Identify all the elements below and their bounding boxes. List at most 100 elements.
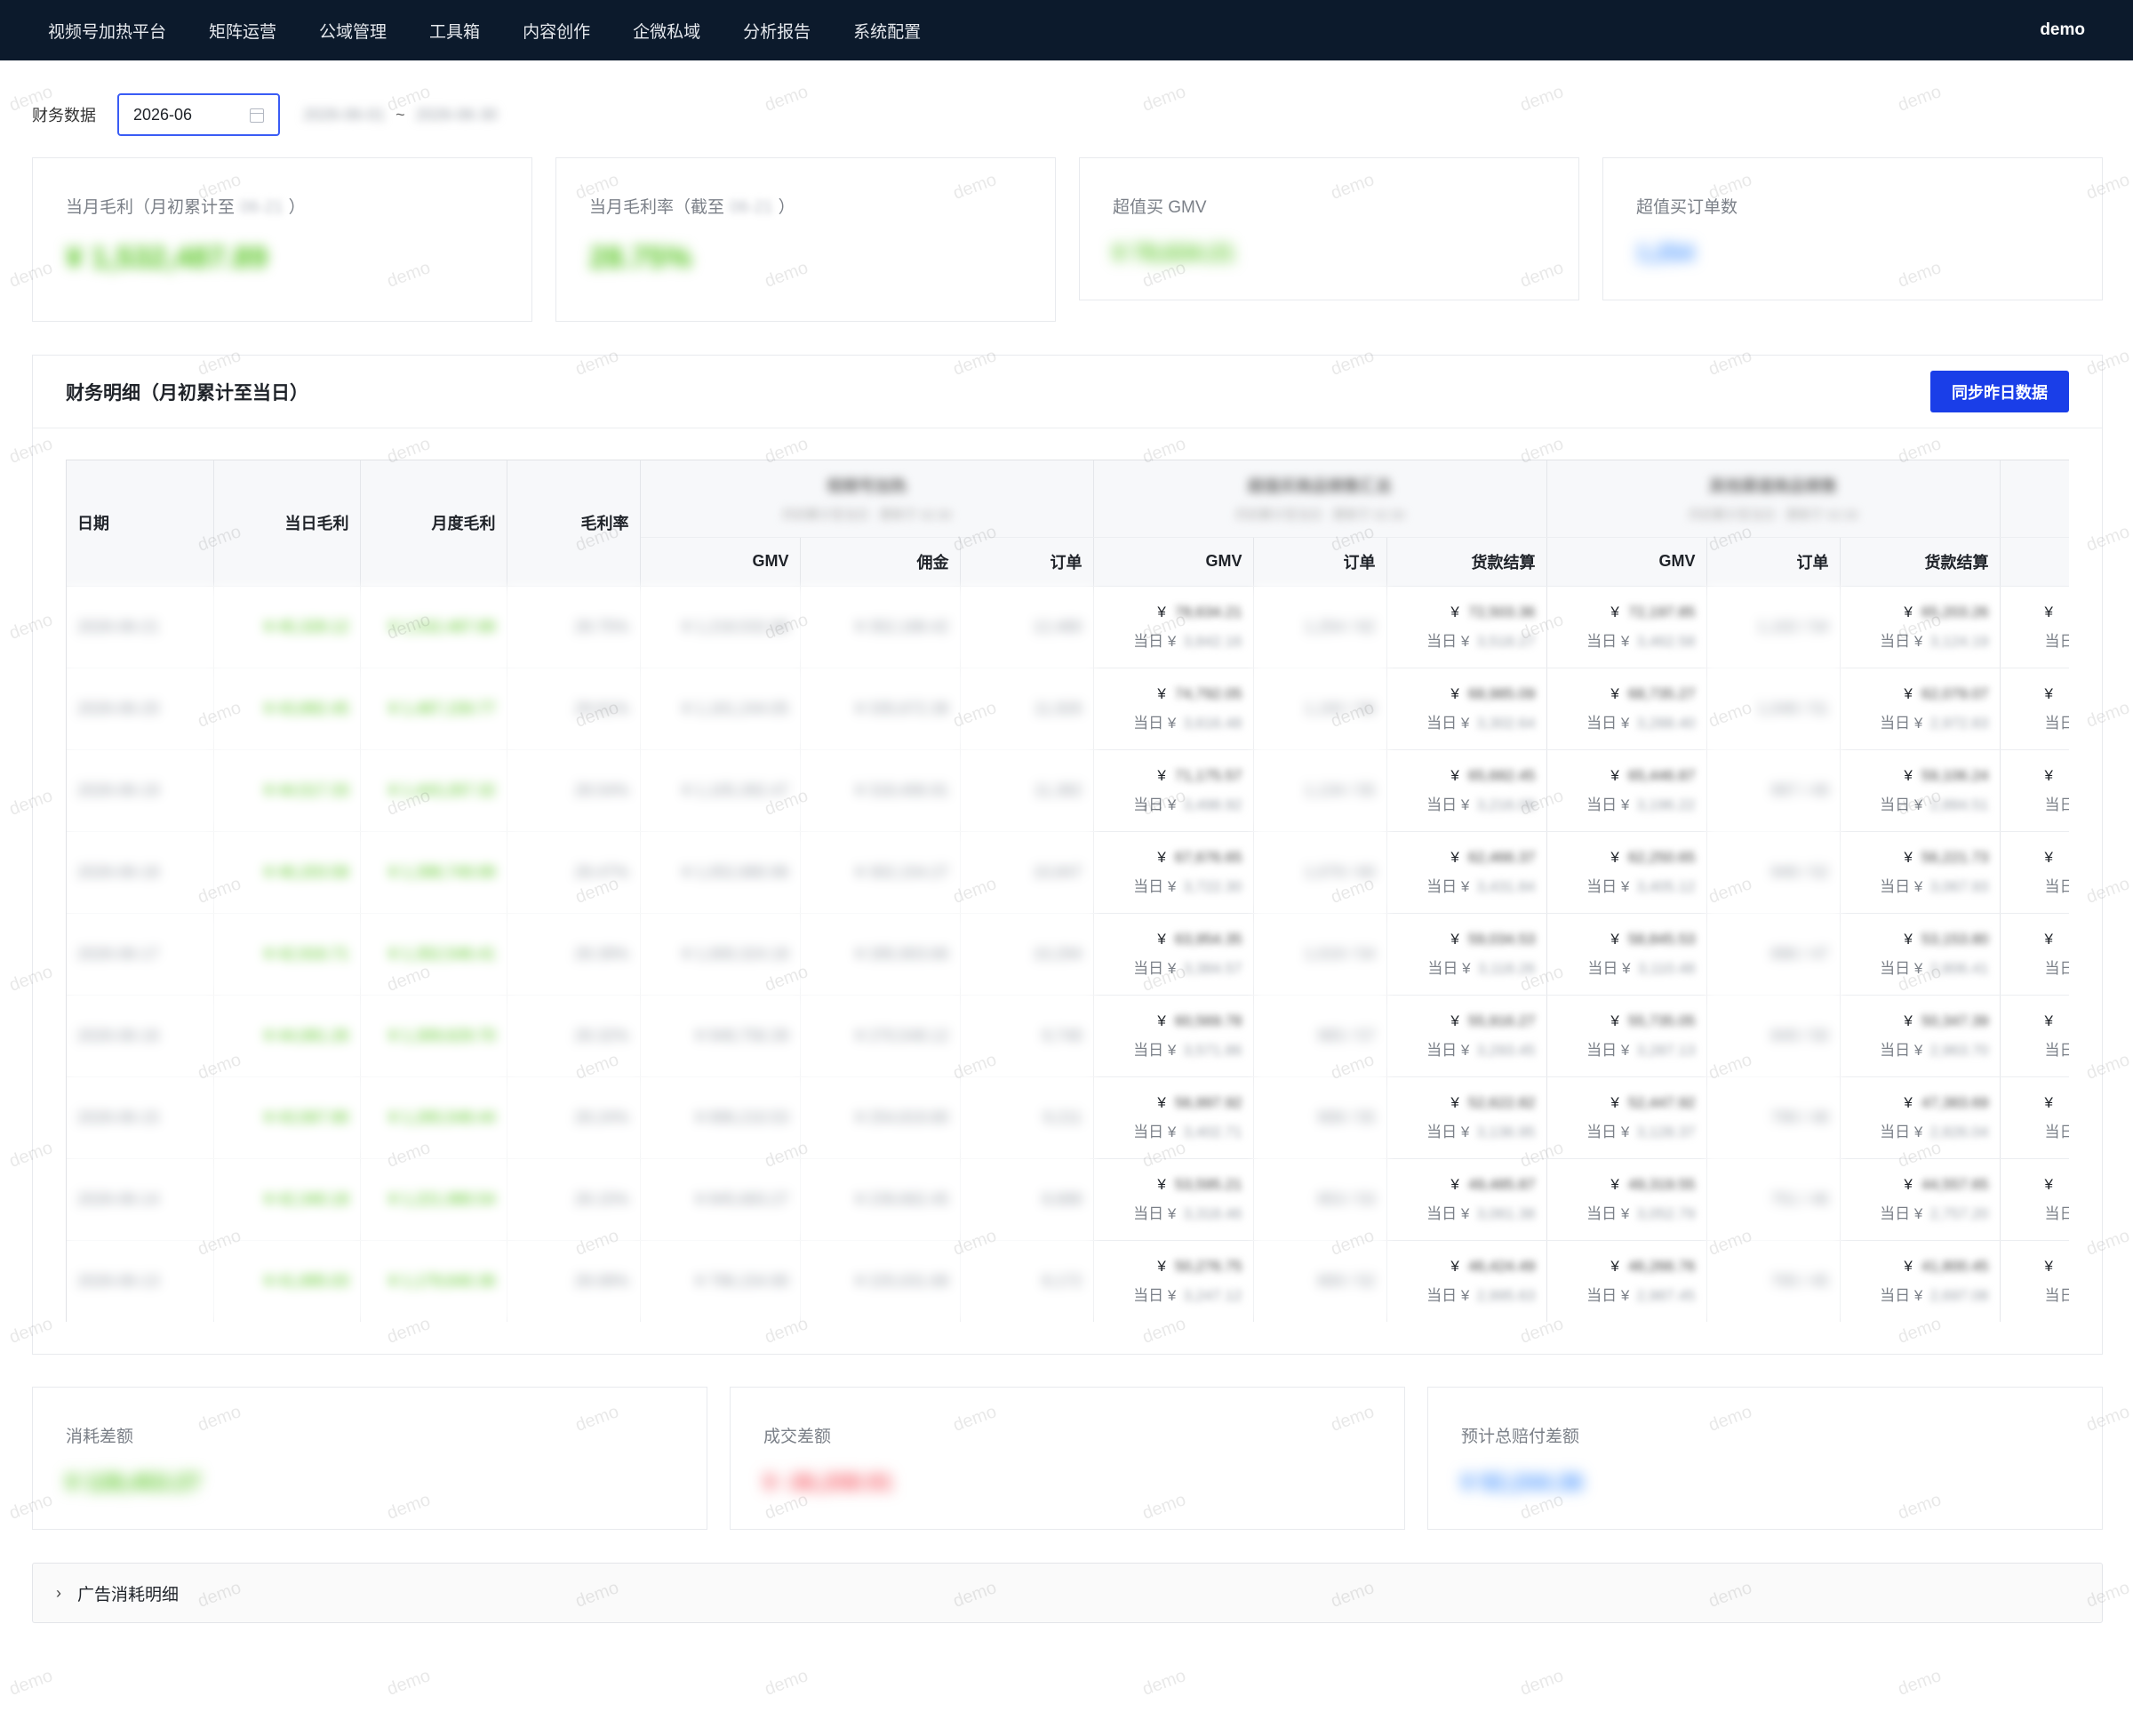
cell-value: 68,735.27 xyxy=(1627,684,1696,702)
currency-symbol: ¥ xyxy=(1904,603,1913,620)
range-end: 2026-06-30 xyxy=(415,105,498,124)
today-prefix: 当日 ¥ xyxy=(1426,1204,1470,1222)
cell-date: 2026-06-21 xyxy=(67,586,214,668)
nav-item-reports[interactable]: 分析报告 xyxy=(743,19,811,43)
watermark-text: demo xyxy=(1517,82,1567,116)
today-prefix: 当日 ¥ xyxy=(1426,714,1470,732)
cell-g1-orders: 8,688 xyxy=(960,1158,1094,1241)
cell-g2-settlement: ¥72,503.36 当日 ¥ 3,518.27 xyxy=(1386,586,1547,668)
cell-daily-profit: ¥ 43,892.45 xyxy=(213,668,361,750)
col-group-value-buy: 超值买商品销售汇总 月初累计至当日 · 更新于 02:30 xyxy=(1093,460,1547,538)
table-row: 2026-06-13 ¥ 41,895.03 ¥ 1,179,640.36 28.08… xyxy=(67,1240,2069,1322)
cell-value: 65,682.45 xyxy=(1467,766,1536,784)
col-group-more xyxy=(2000,460,2069,538)
nav-item-settings[interactable]: 系统配置 xyxy=(853,19,921,43)
cell-margin: 28.24% xyxy=(507,1076,641,1159)
cell-date: 2026-06-16 xyxy=(67,995,214,1077)
table-row: 2026-06-15 ¥ 43,567.90 ¥ 1,265,548.44 28.24… xyxy=(67,1076,2069,1159)
table-row: 2026-06-14 ¥ 42,340.18 ¥ 1,221,980.54 28.15… xyxy=(67,1158,2069,1241)
month-picker[interactable]: 2026-06 xyxy=(117,93,280,136)
today-prefix: 当日 ¥ xyxy=(1586,1123,1630,1140)
sync-yesterday-button[interactable]: 同步昨日数据 xyxy=(1930,371,2069,412)
currency-symbol: ¥ xyxy=(1610,1257,1619,1275)
nav-item-toolbox[interactable]: 工具箱 xyxy=(429,19,480,43)
currency-symbol: ¥ xyxy=(1450,1012,1459,1029)
cell-monthly-profit: ¥ 1,179,640.36 xyxy=(360,1240,507,1322)
cell-g1-commission: ¥ 239,662.45 xyxy=(800,1158,961,1241)
cell-margin: 28.15% xyxy=(507,1158,641,1241)
kpi-value: ¥ 78,634.21 xyxy=(1113,239,1235,266)
currency-symbol: ¥ xyxy=(1904,848,1913,866)
cell-g3-gmv: ¥55,735.05 当日 ¥ 3,287.13 xyxy=(1546,995,1707,1077)
today-prefix: 当日 ¥ xyxy=(1880,877,1923,895)
cell-daily-value: 3,247.12 xyxy=(1183,1286,1242,1304)
cell-value: 65,446.87 xyxy=(1627,766,1696,784)
cell-g2-orders: 800 / 52 xyxy=(1253,1240,1387,1322)
cell-g2-gmv: ¥67,676.65 当日 ¥ 3,722.30 xyxy=(1093,831,1254,914)
cell-daily-value: 2,987.45 xyxy=(1636,1286,1696,1304)
kpi-value: ¥ 92,244.36 xyxy=(1461,1468,1584,1495)
col-group-video-heat: 视频号加热 月初累计至当日 · 更新于 02:30 xyxy=(640,460,1094,538)
ad-spend-collapse[interactable]: › 广告消耗明细 xyxy=(32,1563,2103,1623)
nav-item-matrix[interactable]: 矩阵运营 xyxy=(209,19,276,43)
kpi-value: ¥ 128,453.27 xyxy=(66,1468,201,1495)
cell-g3-settlement: ¥59,106.24 当日 ¥ 2,884.51 xyxy=(1840,749,2001,832)
cell-daily-value: 3,498.92 xyxy=(1183,796,1242,813)
cell-daily-value: 3,118.26 xyxy=(1477,959,1536,977)
currency-symbol: ¥ xyxy=(1610,848,1619,866)
today-prefix: 当日 ¥ xyxy=(1426,877,1470,895)
currency-symbol: ¥ xyxy=(1157,1175,1166,1193)
cell-value: 49,319.55 xyxy=(1627,1175,1696,1193)
cell-g3-orders: 705 / 45 xyxy=(1706,1240,1841,1322)
cell-date: 2026-06-13 xyxy=(67,1240,214,1322)
col-g2-orders: 订单 xyxy=(1253,537,1387,587)
watermark-text: demo xyxy=(1895,82,1945,116)
cell-g2-orders: 908 / 55 xyxy=(1253,1076,1387,1159)
nav-item-public[interactable]: 公域管理 xyxy=(319,19,387,43)
cell-g3-gmv: ¥72,197.85 当日 ¥ 3,462.58 xyxy=(1546,586,1707,668)
kpi-label: 预计总赔付差额 xyxy=(1461,1428,1580,1446)
user-menu[interactable]: demo xyxy=(2040,20,2085,40)
cell-date: 2026-06-20 xyxy=(67,668,214,750)
currency-symbol: ¥ xyxy=(1157,766,1166,784)
cell-daily-profit: ¥ 44,081.26 xyxy=(213,995,361,1077)
cell-monthly-profit: ¥ 1,532,487.89 xyxy=(360,586,507,668)
nav-item-content[interactable]: 内容创作 xyxy=(523,19,590,43)
cell-g3-gmv: ¥62,250.65 当日 ¥ 3,405.12 xyxy=(1546,831,1707,914)
cell-daily-value: 3,431.84 xyxy=(1476,877,1536,895)
cell-value: 46,424.49 xyxy=(1467,1257,1536,1275)
cell-g3-gmv: ¥49,319.55 当日 ¥ 3,052.79 xyxy=(1546,1158,1707,1241)
currency-symbol: ¥ xyxy=(2044,848,2053,866)
cell-g3-gmv: ¥46,266.76 当日 ¥ 2,987.45 xyxy=(1546,1240,1707,1322)
finance-table-scroll[interactable]: 日期 当日毛利 月度毛利 毛利率 视频号加热 月初累计至当日 · 更新于 02:… xyxy=(66,460,2069,1322)
cell-value: 52,447.92 xyxy=(1627,1093,1696,1111)
kpi-label: 当月毛利率（截至 06-21） xyxy=(589,198,795,217)
currency-symbol: ¥ xyxy=(1450,1093,1459,1111)
col-margin: 毛利率 xyxy=(507,460,641,587)
cell-g1-gmv: ¥ 1,052,880.96 xyxy=(640,831,801,914)
cell-value: 62,466.37 xyxy=(1467,848,1536,866)
currency-symbol: ¥ xyxy=(1450,848,1459,866)
today-prefix: 当日 ¥ xyxy=(1880,959,1923,977)
cell-g3-settlement: ¥44,557.65 当日 ¥ 2,757.20 xyxy=(1840,1158,2001,1241)
cell-g1-commission: ¥ 285,903.66 xyxy=(800,913,961,996)
cell-monthly-profit: ¥ 1,398,749.99 xyxy=(360,831,507,914)
kpi-card-monthly-profit: 当月毛利（月初累计至 06-21） ¥ 1,532,487.89 xyxy=(32,157,532,322)
cell-daily-value: 3,110.48 xyxy=(1637,959,1696,977)
bottom-kpi-row: 消耗差额 ¥ 128,453.27 成交差额 ¥ -36,208.91 预计总赔… xyxy=(32,1387,2103,1530)
cell-g1-gmv: ¥ 948,756.39 xyxy=(640,995,801,1077)
cell-value: 53,153.80 xyxy=(1921,930,1989,948)
cell-g1-gmv: ¥ 1,218,532.88 xyxy=(640,586,801,668)
currency-symbol: ¥ xyxy=(1610,766,1619,784)
currency-symbol: ¥ xyxy=(1450,1175,1459,1193)
cell-margin: 28.47% xyxy=(507,831,641,914)
today-prefix: 当日 ¥ xyxy=(1426,1041,1470,1059)
cell-g3-orders: 799 / 48 xyxy=(1706,1076,1841,1159)
cell-daily-profit: ¥ 42,340.18 xyxy=(213,1158,361,1241)
nav-item-video-heat[interactable]: 视频号加热平台 xyxy=(48,19,166,43)
today-prefix: 当日 ¥ xyxy=(1587,959,1631,977)
cell-daily-value: 3,128.37 xyxy=(1636,1123,1696,1140)
cell-value: 78,634.21 xyxy=(1174,603,1242,620)
nav-item-wecom[interactable]: 企微私域 xyxy=(633,19,700,43)
kpi-card-deal-diff: 成交差额 ¥ -36,208.91 xyxy=(730,1387,1405,1530)
